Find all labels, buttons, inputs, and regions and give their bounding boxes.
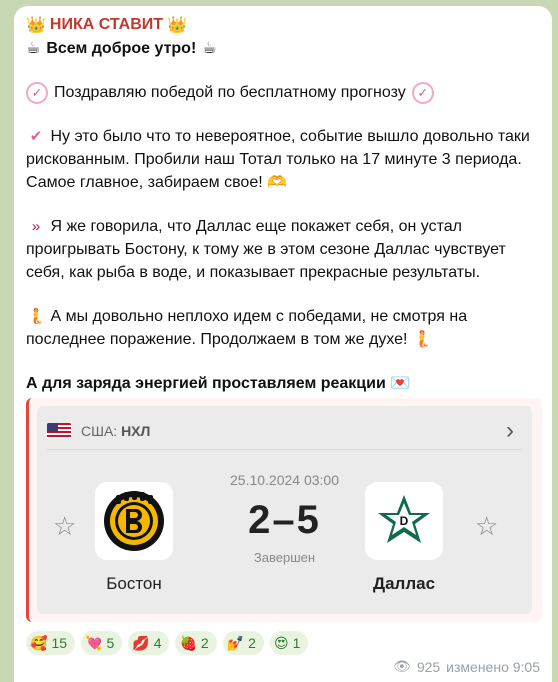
congrats-line: ✓ Поздравляю победой по бесплатному прог… bbox=[26, 81, 540, 104]
call-to-action: А для заряда энергией проставляем реакци… bbox=[26, 372, 540, 395]
strawberry-icon: 🍓 bbox=[179, 634, 197, 651]
person-icon: 🧜 bbox=[26, 308, 46, 325]
call-to-action-text: А для заряда энергией проставляем реакци… bbox=[26, 375, 386, 392]
paragraph-3: 🧜 А мы довольно неплохо идем с победами,… bbox=[26, 305, 540, 351]
reaction-count: 2 bbox=[248, 635, 256, 651]
love-letter-icon: 💌 bbox=[390, 375, 411, 392]
stars-logo-icon: D bbox=[378, 495, 430, 543]
paragraph-1: ✔ Ну это было что то невероятное, событи… bbox=[26, 125, 540, 194]
svg-text:D: D bbox=[400, 514, 409, 528]
home-team-name: Бостон bbox=[106, 574, 162, 593]
check-circle-icon: ✓ bbox=[411, 81, 434, 104]
heart-eyes-icon: 😍 bbox=[273, 634, 289, 651]
league-name: НХЛ bbox=[121, 422, 151, 439]
reaction-button[interactable]: 🍓 2 bbox=[175, 631, 217, 655]
usa-flag-icon bbox=[47, 422, 71, 439]
reaction-count: 5 bbox=[106, 635, 115, 651]
reaction-button[interactable]: 🥰 15 bbox=[26, 631, 76, 655]
crown-icon: 👑 bbox=[167, 17, 187, 34]
paragraph-2: » Я же говорила, что Даллас еще покажет … bbox=[26, 215, 540, 284]
match-widget: США: НХЛ › ☆ Бостон 25.10.2024 03:00 2–5… bbox=[37, 406, 532, 614]
message-bubble: 👑 НИКА СТАВИТ 👑 ☕ Всем доброе утро! ☕ ✓ … bbox=[14, 6, 552, 682]
coffee-icon: ☕ bbox=[202, 39, 217, 57]
view-count: 925 bbox=[416, 658, 441, 675]
channel-header[interactable]: 👑 НИКА СТАВИТ 👑 bbox=[26, 14, 540, 36]
coffee-icon: ☕ bbox=[26, 39, 41, 57]
paragraph-2-text: Я же говорила, что Даллас еще покажет се… bbox=[26, 218, 506, 281]
match-preview-card[interactable]: США: НХЛ › ☆ Бостон 25.10.2024 03:00 2–5… bbox=[26, 398, 542, 622]
reaction-button[interactable]: 💋 4 bbox=[128, 631, 170, 655]
match-status: Завершен bbox=[253, 550, 316, 565]
greeting-line: ☕ Всем доброе утро! ☕ bbox=[26, 36, 540, 60]
reactions-bar: 🥰 15 💘 5 💋 4 🍓 2 💅 2 😍 1 bbox=[26, 631, 309, 655]
reaction-count: 2 bbox=[200, 635, 209, 651]
smiling-hearts-icon: 🥰 bbox=[30, 634, 48, 651]
double-chevron-icon: » bbox=[31, 218, 41, 235]
checkmark-icon: ✔ bbox=[29, 128, 43, 145]
check-circle-icon: ✓ bbox=[26, 81, 48, 104]
greeting-text: Всем доброе утро! bbox=[46, 39, 197, 57]
kiss-mark-icon: 💋 bbox=[132, 634, 150, 651]
message-meta: 👁 925 изменено 9:05 bbox=[393, 658, 540, 675]
reaction-count: 15 bbox=[51, 635, 68, 651]
reaction-button[interactable]: 💅 2 bbox=[222, 631, 264, 655]
congrats-text: Поздравляю победой по бесплатному прогно… bbox=[54, 84, 406, 101]
person-icon: 🧜 bbox=[411, 331, 432, 348]
eye-icon: 👁 bbox=[393, 658, 411, 674]
reaction-count: 1 bbox=[292, 635, 301, 651]
chevron-right-icon[interactable]: › bbox=[498, 417, 522, 445]
crown-icon: 👑 bbox=[26, 17, 46, 34]
reaction-count: 4 bbox=[153, 635, 162, 651]
match-datetime: 25.10.2024 03:00 bbox=[230, 472, 339, 488]
reaction-button[interactable]: 💘 5 bbox=[81, 631, 123, 655]
league-country: США: bbox=[81, 422, 118, 439]
channel-name: НИКА СТАВИТ bbox=[49, 16, 164, 33]
paragraph-3-text: А мы довольно неплохо идем с победами, н… bbox=[26, 308, 468, 348]
heart-arrow-icon: 💘 bbox=[85, 634, 103, 651]
handshake-icon: 🫶 bbox=[267, 174, 288, 191]
away-team-logo: D bbox=[365, 482, 443, 560]
away-team-name: Даллас bbox=[372, 574, 436, 593]
league-label: США: НХЛ bbox=[81, 423, 150, 439]
favorite-star-icon-away[interactable]: ☆ bbox=[475, 511, 498, 542]
edited-time: изменено 9:05 bbox=[446, 658, 540, 675]
reaction-button[interactable]: 😍 1 bbox=[269, 631, 309, 655]
nail-polish-icon: 💅 bbox=[226, 634, 245, 651]
match-score: 2–5 bbox=[248, 498, 321, 542]
league-row[interactable]: США: НХЛ › bbox=[47, 412, 522, 450]
